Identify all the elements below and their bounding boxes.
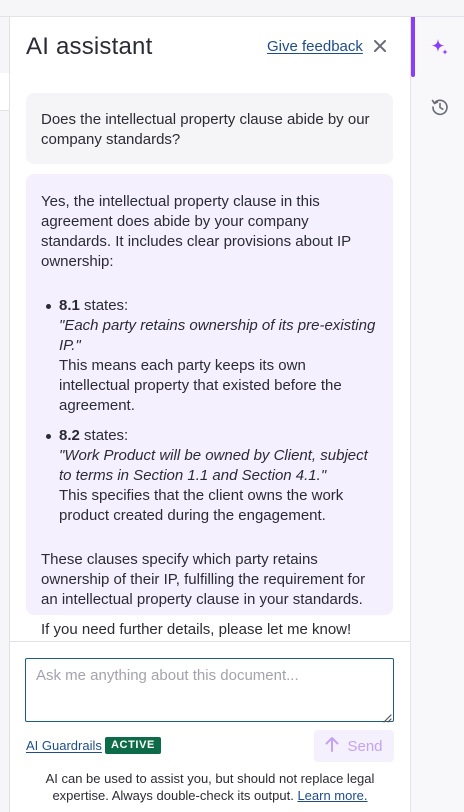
- clause-explanation: This means each party keeps its own inte…: [59, 357, 342, 414]
- assistant-intro: Yes, the intellectual property clause in…: [41, 193, 351, 270]
- clause-list: 8.1 states: "Each party retains ownershi…: [41, 296, 377, 526]
- panel-title: AI assistant: [26, 33, 153, 60]
- assistant-message: Yes, the intellectual property clause in…: [26, 174, 393, 638]
- list-item: 8.1 states: "Each party retains ownershi…: [41, 296, 377, 416]
- user-message-text: Does the intellectual property clause ab…: [41, 111, 370, 148]
- question-input[interactable]: [25, 658, 394, 722]
- disclaimer: AI can be used to assist you, but should…: [30, 770, 390, 804]
- active-indicator: [411, 17, 415, 77]
- status-badge: ACTIVE: [105, 737, 161, 754]
- assistant-summary: These clauses specify which party retain…: [41, 551, 366, 608]
- clause-quote: "Work Product will be owned by Client, s…: [59, 447, 368, 484]
- ai-guardrails-link[interactable]: AI Guardrails: [26, 738, 102, 753]
- top-bar: [0, 0, 464, 17]
- clause-verb: states:: [79, 427, 129, 444]
- document-edge: [0, 17, 10, 812]
- learn-more-link[interactable]: Learn more.: [297, 788, 367, 803]
- divider: [10, 641, 410, 642]
- assistant-closing: If you need further details, please let …: [41, 621, 352, 638]
- sparkle-icon[interactable]: [427, 34, 453, 60]
- give-feedback-link[interactable]: Give feedback: [267, 38, 363, 55]
- side-rail: [410, 17, 464, 812]
- clause-explanation: This specifies that the client owns the …: [59, 487, 344, 524]
- document-edge-tab: [0, 73, 9, 111]
- clause-ref: 8.1: [59, 297, 80, 314]
- history-icon[interactable]: [427, 94, 453, 120]
- clause-verb: states:: [79, 297, 129, 314]
- send-button[interactable]: Send: [314, 730, 394, 762]
- ai-assistant-panel: AI assistant Give feedback Does the inte…: [10, 17, 410, 812]
- user-message: Does the intellectual property clause ab…: [26, 93, 393, 164]
- clause-quote: "Each party retains ownership of its pre…: [59, 317, 376, 354]
- resize-handle-icon[interactable]: [382, 710, 392, 723]
- clause-ref: 8.2: [59, 427, 80, 444]
- close-icon[interactable]: [372, 38, 388, 54]
- arrow-up-icon: [325, 736, 339, 756]
- send-label: Send: [347, 737, 383, 755]
- list-item: 8.2 states: "Work Product will be owned …: [41, 426, 377, 526]
